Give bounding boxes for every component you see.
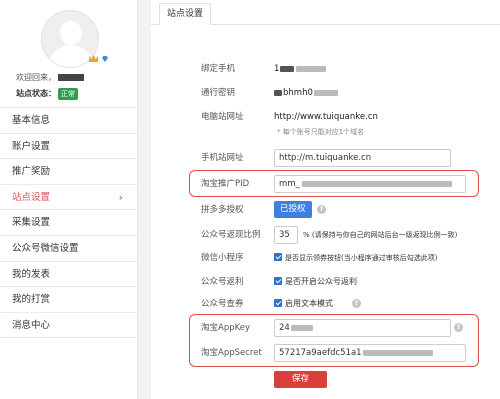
- mini-program-label: 微信小程序: [201, 253, 244, 263]
- taobao-pid-row: 淘宝推广PID mm_: [151, 174, 500, 194]
- mobile-site-input[interactable]: http://m.tuiquanke.cn: [274, 149, 451, 167]
- sidebar-item-message-center[interactable]: 消息中心: [0, 313, 137, 339]
- site-status: 站点状态： 正常: [16, 88, 78, 100]
- comm-password-label: 通行密钥: [201, 88, 236, 98]
- app-secret-label: 淘宝AppSecret: [201, 348, 262, 358]
- comm-password-row: 通行密钥 bhmh0: [151, 83, 500, 103]
- help-icon[interactable]: ?: [454, 323, 463, 332]
- rebate-ratio-hint: % (请保持与你自己的网站后台一级返现比例一致): [303, 231, 458, 239]
- mp-rebate-label: 公众号返利: [201, 277, 244, 287]
- mini-program-row: 微信小程序 是否显示领券按钮(当小程序通过审核后勾选此项): [151, 248, 500, 268]
- status-badge: 正常: [58, 88, 78, 100]
- sidebar-nav: 基本信息 账户设置 推广奖励 站点设置 › 采集设置 公众号微信设置 我的发表 我…: [0, 108, 137, 339]
- sidebar-item-my-tips[interactable]: 我的打赏: [0, 287, 137, 313]
- bind-phone-row: 绑定手机 1: [151, 59, 500, 79]
- taobao-pid-input[interactable]: mm_: [274, 175, 466, 193]
- tab-site-settings[interactable]: 站点设置: [159, 3, 211, 25]
- main-panel: 站点设置 绑定手机 1 通行密钥 bhmh0 电脑站网址 http://www.…: [151, 0, 500, 399]
- bind-phone-value: 1: [274, 59, 327, 79]
- sidebar-item-basic-info[interactable]: 基本信息: [0, 108, 137, 134]
- rebate-ratio-row: 公众号返现比例 35 % (请保持与你自己的网站后台一级返现比例一致): [151, 225, 500, 245]
- pdd-auth-row: 拼多多授权 已授权 ?: [151, 200, 500, 220]
- help-icon[interactable]: ?: [352, 299, 361, 308]
- mini-program-checkbox[interactable]: [274, 253, 282, 261]
- sidebar-item-site-settings[interactable]: 站点设置 ›: [0, 185, 137, 211]
- crown-icon: [89, 55, 98, 62]
- user-profile: 欢迎回来， 站点状态： 正常: [0, 0, 137, 108]
- bind-phone-label: 绑定手机: [201, 64, 236, 74]
- mp-rebate-row: 公众号返利 是否开启公众号返利: [151, 272, 500, 292]
- diamond-icon: [102, 56, 108, 62]
- sidebar-item-wechat-mp-settings[interactable]: 公众号微信设置: [0, 236, 137, 262]
- mobile-site-row: 手机站网址 http://m.tuiquanke.cn: [151, 148, 500, 168]
- app-key-input[interactable]: 24: [274, 319, 451, 337]
- taobao-pid-label: 淘宝推广PID: [201, 179, 250, 189]
- mobile-site-label: 手机站网址: [201, 153, 244, 163]
- pc-site-row: 电脑站网址 http://www.tuiquanke.cn: [151, 107, 500, 127]
- text-mode-checkbox[interactable]: [274, 299, 282, 307]
- site-status-label: 站点状态：: [16, 89, 56, 98]
- domain-limit-hint: * 每个账号只能对应1个域名: [277, 128, 365, 136]
- sidebar-item-account-settings[interactable]: 账户设置: [0, 134, 137, 160]
- sidebar-item-promotion-rewards[interactable]: 推广奖励: [0, 159, 137, 185]
- text-mode-checkbox-label: 启用文本模式: [285, 299, 333, 308]
- app-key-label: 淘宝AppKey: [201, 323, 251, 333]
- sidebar-item-collection-settings[interactable]: 采集设置: [0, 210, 137, 236]
- tab-bar: 站点设置: [151, 0, 500, 25]
- mp-coupon-label: 公众号查券: [201, 299, 244, 309]
- app-key-row: 淘宝AppKey 24 ?: [151, 318, 500, 338]
- rebate-ratio-input[interactable]: 35: [274, 226, 298, 244]
- pc-site-hint-row: * 每个账号只能对应1个域名: [151, 127, 500, 139]
- rebate-ratio-label: 公众号返现比例: [201, 230, 261, 240]
- mini-program-checkbox-label: 是否显示领券按钮(当小程序通过审核后勾选此项): [285, 254, 438, 262]
- app-secret-input[interactable]: 57217a9aefdc51a1: [274, 344, 466, 362]
- authorized-button[interactable]: 已授权: [274, 201, 312, 218]
- sidebar: 欢迎回来， 站点状态： 正常 基本信息 账户设置 推广奖励 站点设置 › 采集设置 …: [0, 0, 138, 399]
- comm-password-value: bhmh0: [274, 83, 338, 103]
- chevron-right-icon: ›: [118, 190, 123, 204]
- welcome-label: 欢迎回来，: [16, 73, 56, 82]
- mp-coupon-row: 公众号查券 启用文本模式 ?: [151, 294, 500, 314]
- pdd-auth-label: 拼多多授权: [201, 205, 244, 215]
- sidebar-item-my-posts[interactable]: 我的发表: [0, 262, 137, 288]
- username: [58, 74, 84, 81]
- help-icon[interactable]: ?: [317, 205, 326, 214]
- save-button[interactable]: 保存: [274, 371, 327, 388]
- mp-rebate-checkbox-label: 是否开启公众号返利: [285, 277, 357, 286]
- pc-site-label: 电脑站网址: [201, 112, 244, 122]
- mp-rebate-checkbox[interactable]: [274, 277, 282, 285]
- welcome-text: 欢迎回来，: [16, 72, 84, 83]
- pc-site-value: http://www.tuiquanke.cn: [274, 112, 378, 122]
- app-secret-row: 淘宝AppSecret 57217a9aefdc51a1: [151, 343, 500, 363]
